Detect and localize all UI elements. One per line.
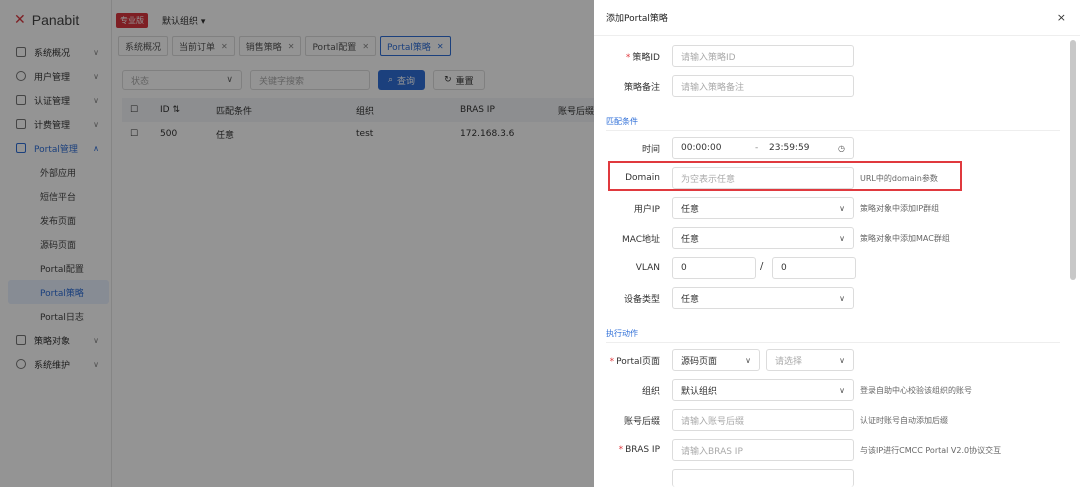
- close-icon[interactable]: ×: [1057, 11, 1066, 24]
- time-label: 时间: [641, 144, 660, 155]
- time-range-picker[interactable]: 00:00:00 - 23:59:59 ◷: [672, 137, 854, 159]
- mac-select[interactable]: 任意 ∨: [672, 227, 854, 249]
- bras-ip-label-text: BRAS IP: [625, 445, 660, 455]
- portal-page-secondary-select[interactable]: 请选择 ∨: [766, 349, 854, 371]
- drawer-title: 添加Portal策略: [606, 14, 668, 24]
- portal-page-value: 源码页面: [681, 356, 718, 367]
- device-type-label: 设备类型: [623, 294, 660, 305]
- chevron-down-icon: ∨: [745, 355, 751, 365]
- user-ip-hint: 策略对象中添加IP群组: [860, 204, 940, 213]
- next-field-partial[interactable]: [672, 469, 854, 487]
- chevron-down-icon: ∨: [839, 293, 845, 303]
- policy-id-label: * 策略ID: [594, 50, 660, 63]
- device-type-value: 任意: [681, 294, 700, 305]
- org-value: 默认组织: [681, 386, 718, 397]
- org-label: 组织: [641, 386, 660, 397]
- mac-hint: 策略对象中添加MAC群组: [860, 234, 950, 243]
- org-select[interactable]: 默认组织 ∨: [672, 379, 854, 401]
- clock-icon: ◷: [838, 143, 845, 153]
- chevron-down-icon: ∨: [839, 203, 845, 213]
- vlan-from-input[interactable]: 0: [672, 257, 756, 279]
- mac-value: 任意: [681, 234, 700, 245]
- vlan-label: VLAN: [635, 263, 660, 273]
- chevron-down-icon: ∨: [839, 355, 845, 365]
- suffix-input[interactable]: 请输入账号后缀: [672, 409, 854, 431]
- domain-highlight-box: [608, 161, 962, 191]
- bras-ip-label: * BRAS IP: [594, 445, 660, 455]
- user-ip-label: 用户IP: [633, 204, 660, 215]
- device-type-select[interactable]: 任意 ∨: [672, 287, 854, 309]
- user-ip-value: 任意: [681, 204, 700, 215]
- portal-page-select[interactable]: 源码页面 ∨: [672, 349, 760, 371]
- vlan-separator: /: [760, 261, 764, 272]
- action-section-title: 执行动作: [606, 329, 638, 338]
- time-start: 00:00:00: [681, 143, 722, 153]
- section-divider: [606, 130, 1060, 131]
- portal-page-label-text: Portal页面: [616, 356, 660, 367]
- suffix-label: 账号后缀: [623, 416, 660, 427]
- drawer-header: 添加Portal策略 ×: [594, 0, 1080, 36]
- bras-ip-hint: 与该IP进行CMCC Portal V2.0协议交互: [860, 446, 1002, 455]
- bras-ip-input[interactable]: 请输入BRAS IP: [672, 439, 854, 461]
- suffix-hint: 认证时账号自动添加后缀: [860, 416, 948, 425]
- vlan-to-input[interactable]: 0: [772, 257, 856, 279]
- policy-id-input[interactable]: 请输入策略ID: [672, 45, 854, 67]
- chevron-down-icon: ∨: [839, 233, 845, 243]
- required-marker: *: [609, 356, 615, 367]
- scrollbar[interactable]: [1070, 40, 1076, 280]
- mac-label: MAC地址: [621, 234, 660, 245]
- remark-input[interactable]: 请输入策略备注: [672, 75, 854, 97]
- org-hint: 登录自助中心校验该组织的账号: [860, 386, 972, 395]
- portal-page-label: * Portal页面: [594, 354, 660, 367]
- remark-label: 策略备注: [623, 82, 660, 93]
- add-portal-policy-drawer: 添加Portal策略 × * 策略ID 请输入策略ID 策略备注 请输入策略备注 …: [594, 0, 1080, 487]
- policy-id-label-text: 策略ID: [632, 52, 660, 63]
- required-marker: *: [625, 52, 631, 63]
- match-section-title: 匹配条件: [606, 117, 638, 126]
- section-divider: [606, 342, 1060, 343]
- time-end: 23:59:59: [769, 143, 810, 153]
- chevron-down-icon: ∨: [839, 385, 845, 395]
- policy-form: * 策略ID 请输入策略ID 策略备注 请输入策略备注 匹配条件 时间 00:00…: [594, 36, 1070, 487]
- user-ip-select[interactable]: 任意 ∨: [672, 197, 854, 219]
- portal-page-secondary-placeholder: 请选择: [775, 356, 803, 367]
- time-separator: -: [755, 143, 759, 153]
- required-marker: *: [618, 445, 624, 455]
